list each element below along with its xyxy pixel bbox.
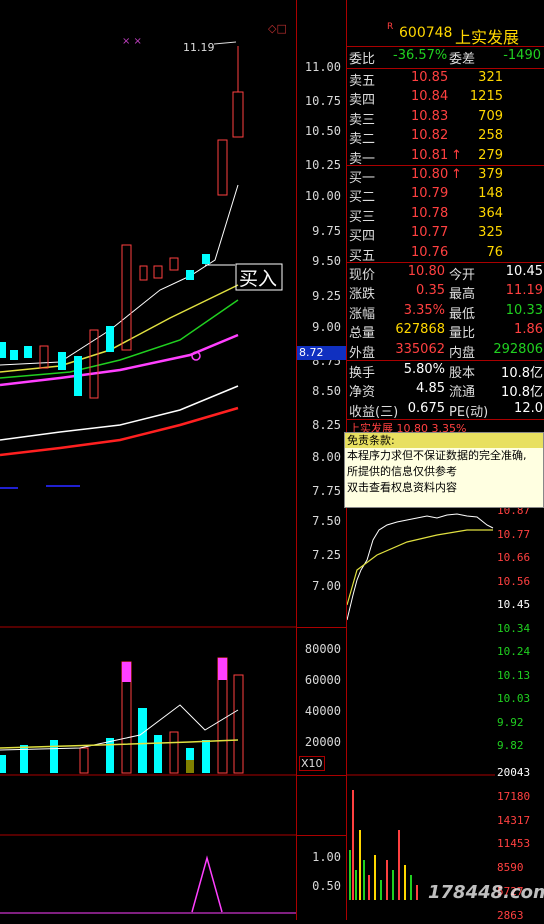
watermark: 178448.com — [428, 882, 544, 903]
level-price: 10.82 — [411, 128, 449, 144]
level-price: 10.76 — [411, 244, 449, 260]
indicator-triangle — [191, 855, 223, 913]
level-label: 卖四 — [349, 93, 376, 109]
level-price: 10.78 — [411, 205, 449, 221]
level-volume: 148 — [478, 186, 503, 202]
intraday-price-tick: 10.45 — [497, 598, 531, 611]
level-label: 卖一 — [349, 151, 376, 167]
stock-code: 600748 — [399, 25, 453, 41]
stock-name: 上实发展 — [455, 28, 520, 47]
orderbook-row: 卖五 10.85 321 — [349, 70, 544, 89]
level-label: 买二 — [349, 190, 376, 206]
weibi-row: 委比 -36.57% 委差 -1490 — [349, 48, 541, 67]
volume-bars — [0, 657, 244, 774]
level-price: 10.79 — [411, 186, 449, 202]
level-volume: 321 — [478, 70, 503, 85]
level-price: 10.81 — [411, 147, 449, 163]
level-label: 卖三 — [349, 112, 376, 128]
intraday-volume-tick: 20043 — [497, 766, 531, 779]
level-volume: 1215 — [469, 89, 503, 105]
stat-row: 涨跌 0.35 最高 11.19 — [349, 283, 543, 303]
level-price: 10.84 — [411, 89, 449, 105]
orderbook-row: 卖一 10.81 ↑ 279 — [349, 148, 544, 167]
intraday-volume-tick: 14317 — [497, 813, 531, 827]
level-volume: 258 — [478, 128, 503, 144]
disclaimer-title: 免责条款: — [345, 433, 543, 448]
level-price: 10.77 — [411, 225, 449, 241]
level-price: 10.80 — [411, 167, 449, 182]
intraday-price-tick: 10.13 — [497, 668, 531, 682]
buy-signal: 买入 — [239, 268, 277, 290]
stat-row: 外盘 335062 内盘 292806 — [349, 341, 543, 361]
ma-red — [0, 406, 239, 457]
diamond-icon: ◇□ — [268, 22, 287, 35]
up-arrow-icon: ↑ — [451, 167, 462, 182]
stock-badge: R — [387, 22, 394, 32]
stat-row: 涨幅 3.35% 最低 10.33 — [349, 302, 543, 322]
intraday-volume-tick: 8590 — [497, 861, 524, 875]
orderbook-row: 买三 10.78 364 — [349, 206, 544, 225]
ma-green — [0, 299, 239, 379]
level-label: 买四 — [349, 229, 376, 245]
disclaimer-line: 本程序力求但不保证数据的完全准确, — [347, 449, 527, 462]
intraday-price-tick: 10.24 — [497, 645, 531, 658]
intraday-volume-tick: 17180 — [497, 789, 531, 803]
up-arrow-icon: ↑ — [451, 147, 462, 163]
intraday-price-tick: 10.56 — [497, 574, 531, 588]
level-label: 买三 — [349, 209, 376, 225]
fin-row: 换手 5.80% 股本 10.8亿 — [349, 362, 543, 381]
intraday-price-tick: 10.77 — [497, 527, 531, 541]
intraday-price-tick: 10.03 — [497, 692, 531, 705]
orderbook-row: 卖二 10.82 258 — [349, 128, 544, 147]
intraday-volume-tick: 11453 — [497, 837, 531, 851]
level-label: 卖五 — [349, 74, 376, 89]
intraday-price-tick: 10.34 — [497, 621, 531, 635]
level-price: 10.85 — [411, 70, 449, 85]
kline-chart[interactable]: 11.19 × × ◇□ 买入 — [0, 0, 296, 920]
fin-row: 收益(三) 0.675 PE(动) 12.0 — [349, 400, 543, 420]
cursor-price-label: 8.72 — [297, 346, 347, 360]
kline-svg: 11.19 × × ◇□ 买入 — [0, 22, 296, 914]
ma-yellow — [0, 284, 239, 373]
ma-thin — [0, 184, 239, 366]
level-volume: 76 — [486, 244, 503, 260]
level-label: 卖二 — [349, 132, 376, 148]
orderbook-row: 卖三 10.83 709 — [349, 109, 544, 128]
cross-marker-icon: × × — [122, 36, 142, 47]
price-axis: 11.00 10.75 10.50 10.25 10.00 9.75 9.50 … — [296, 0, 347, 920]
candles — [0, 46, 244, 399]
intraday-price-tick: 10.66 — [497, 551, 531, 564]
disclaimer-line: 所提供的信息仅供参考 — [347, 465, 457, 478]
level-volume: 364 — [478, 205, 503, 221]
orderbook-row: 买五 10.76 76 — [349, 245, 544, 264]
ma-white — [0, 385, 239, 441]
orderbook-row: 买二 10.79 148 — [349, 186, 544, 205]
orderbook-row: 卖四 10.84 1215 — [349, 89, 544, 108]
intraday-price-tick: 9.92 — [497, 715, 524, 729]
volume-unit: X10 — [299, 756, 325, 771]
level-label: 买五 — [349, 248, 376, 264]
disclaimer-line: 双击查看权息资料内容 — [347, 481, 457, 494]
disclaimer-tooltip[interactable]: 免责条款: 本程序力求但不保证数据的完全准确, 所提供的信息仅供参考 双击查看权… — [344, 432, 544, 508]
intraday-price-tick: 9.82 — [497, 739, 524, 752]
level-label: 买一 — [349, 171, 376, 186]
orderbook-row: 买四 10.77 325 — [349, 225, 544, 244]
level-price: 10.83 — [411, 108, 449, 124]
level-volume: 325 — [478, 225, 503, 241]
fin-row: 净资 4.85 流通 10.8亿 — [349, 381, 543, 401]
stat-row: 总量 627868 量比 1.86 — [349, 322, 543, 342]
level-volume: 279 — [478, 147, 503, 163]
svg-text:11.19: 11.19 — [183, 41, 215, 54]
level-volume: 709 — [478, 108, 503, 124]
orderbook-row: 买一 10.80 ↑ 379 — [349, 167, 544, 186]
stat-row: 现价 10.80 今开 10.45 — [349, 264, 543, 283]
level-volume: 379 — [478, 167, 503, 182]
